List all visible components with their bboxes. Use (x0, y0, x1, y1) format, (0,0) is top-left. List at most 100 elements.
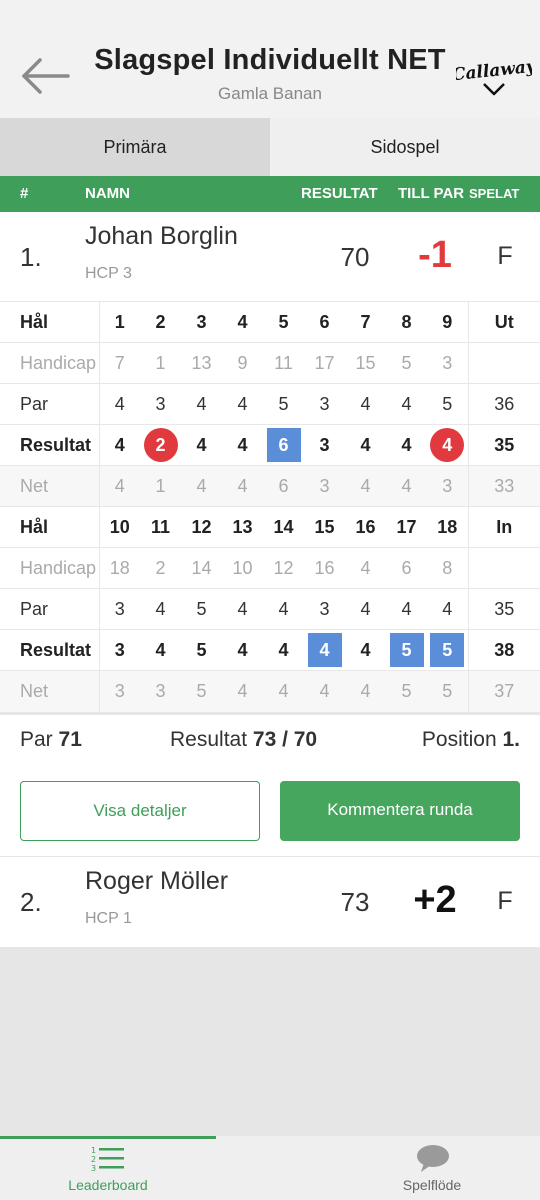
scorecard-row-net-front: Net 4 1 4 4 6 3 4 4 3 33 (0, 465, 540, 507)
col-pos: # (20, 185, 29, 202)
player-row-2[interactable]: 2. Roger Möller HCP 1 73 +2 F (0, 857, 540, 947)
hole-handicap: 13 (181, 342, 222, 384)
chat-bubble-icon (417, 1145, 449, 1172)
col-result: RESULTAT (301, 185, 378, 202)
hole-net: 6 (263, 465, 304, 507)
hole-net: 3 (140, 670, 181, 712)
under-par-badge: 4 (430, 428, 465, 462)
player-hcp: HCP 3 (85, 265, 132, 282)
hole-result: 4 (181, 424, 222, 466)
player-result: 73 (340, 887, 370, 917)
hole-number: 14 (263, 506, 304, 548)
svg-text:2: 2 (91, 1155, 96, 1164)
summary-position-value: 1. (502, 728, 520, 751)
scorecard-row-score-front: Resultat 4 2 4 4 6 3 4 4 4 35 (0, 424, 540, 466)
hole-handicap: 2 (140, 547, 181, 589)
hole-par: 4 (386, 588, 427, 630)
over-par-badge: 6 (266, 428, 301, 462)
row-label: Par (0, 588, 100, 630)
nav-spelflode[interactable]: Spelflöde (324, 1136, 540, 1200)
hole-par: 4 (386, 383, 427, 425)
hole-net: 4 (304, 670, 345, 712)
row-total: 36 (467, 383, 540, 425)
hole-handicap: 6 (386, 547, 427, 589)
show-details-button[interactable]: Visa detaljer (20, 781, 260, 841)
col-to-par: TILL PAR (398, 185, 465, 202)
hole-handicap: 10 (222, 547, 263, 589)
hole-handicap: 4 (345, 547, 386, 589)
hole-net: 5 (181, 670, 222, 712)
bottom-navigation: 1 2 3 Leaderboard Spelflöde (0, 1136, 540, 1200)
hole-par: 4 (263, 588, 304, 630)
hole-handicap: 16 (304, 547, 345, 589)
hole-handicap: 11 (263, 342, 304, 384)
col-name: NAMN (85, 185, 130, 202)
hole-par: 3 (140, 383, 181, 425)
hole-net: 4 (222, 670, 263, 712)
hole-number: 1 (99, 301, 140, 343)
hole-handicap: 14 (181, 547, 222, 589)
hole-par: 4 (99, 383, 140, 425)
hole-handicap: 18 (99, 547, 140, 589)
sponsor-logo: Callaway (451, 56, 538, 100)
hole-result: 4 (263, 629, 304, 671)
player-name: Roger Möller (85, 867, 229, 895)
hole-result: 4 (222, 629, 263, 671)
hole-net: 4 (263, 670, 304, 712)
tab-sidospel[interactable]: Sidospel (270, 118, 540, 176)
player-played: F (497, 242, 513, 270)
row-label: Hål (0, 301, 100, 343)
hole-result: 4 (345, 424, 386, 466)
hole-net: 4 (181, 465, 222, 507)
scorecard-row-par-front: Par 4 3 4 4 5 3 4 4 5 36 (0, 383, 540, 425)
summary-par-label: Par (20, 728, 53, 751)
hole-net: 4 (345, 465, 386, 507)
scorecard-row-par-back: Par 3 4 5 4 4 3 4 4 4 35 (0, 588, 540, 630)
brand-text: Callaway (456, 57, 532, 86)
over-par-badge: 5 (430, 633, 465, 667)
summary-result: Resultat 73 / 70 (170, 728, 317, 752)
hole-par: 4 (181, 383, 222, 425)
nav-label-spelflode: Spelflöde (402, 1177, 462, 1193)
player-row-1[interactable]: 1. Johan Borglin HCP 3 70 -1 F (0, 212, 540, 302)
hole-result: 6 (263, 424, 304, 466)
hole-result: 5 (427, 629, 468, 671)
row-total: 38 (467, 629, 540, 671)
row-label: Handicap (0, 547, 100, 589)
comment-round-button[interactable]: Kommentera runda (280, 781, 520, 841)
tab-primara[interactable]: Primära (0, 118, 270, 176)
hole-net: 4 (222, 465, 263, 507)
hole-number: 18 (427, 506, 468, 548)
hole-number: 9 (427, 301, 468, 343)
hole-handicap: 1 (140, 342, 181, 384)
scorecard: Hål 1 2 3 4 5 6 7 8 9 Ut Handicap 7 1 13 9 11 17 15 5 3 Par 4 3… (0, 301, 540, 712)
row-total: In (467, 506, 540, 548)
col-played: SPELAT (469, 186, 520, 201)
nav-leaderboard[interactable]: 1 2 3 Leaderboard (0, 1136, 216, 1200)
hole-par: 5 (263, 383, 304, 425)
row-label: Handicap (0, 342, 100, 384)
row-total (467, 342, 540, 384)
hole-par: 4 (427, 588, 468, 630)
hole-net: 3 (304, 465, 345, 507)
hole-net: 5 (386, 670, 427, 712)
scorecard-row-hcp-back: Handicap 18 2 14 10 12 16 4 6 8 (0, 547, 540, 589)
scorecard-table: Hål 1 2 3 4 5 6 7 8 9 Ut Handicap 7 1 13 9 11 17 15 5 3 Par 4 3… (0, 301, 540, 712)
row-total: 35 (467, 588, 540, 630)
row-total (467, 547, 540, 589)
player-name: Johan Borglin (85, 222, 238, 250)
hole-result: 4 (222, 424, 263, 466)
hole-net: 4 (99, 465, 140, 507)
scorecard-row-hcp-front: Handicap 7 1 13 9 11 17 15 5 3 (0, 342, 540, 384)
hole-number: 11 (140, 506, 181, 548)
hole-net: 4 (386, 465, 427, 507)
hole-number: 15 (304, 506, 345, 548)
hole-par: 4 (222, 588, 263, 630)
hole-result: 2 (140, 424, 181, 466)
player-played: F (497, 887, 513, 915)
summary-result-value: 73 / 70 (252, 728, 318, 751)
row-total: 35 (467, 424, 540, 466)
hole-number: 13 (222, 506, 263, 548)
hole-par: 3 (99, 588, 140, 630)
hole-number: 8 (386, 301, 427, 343)
